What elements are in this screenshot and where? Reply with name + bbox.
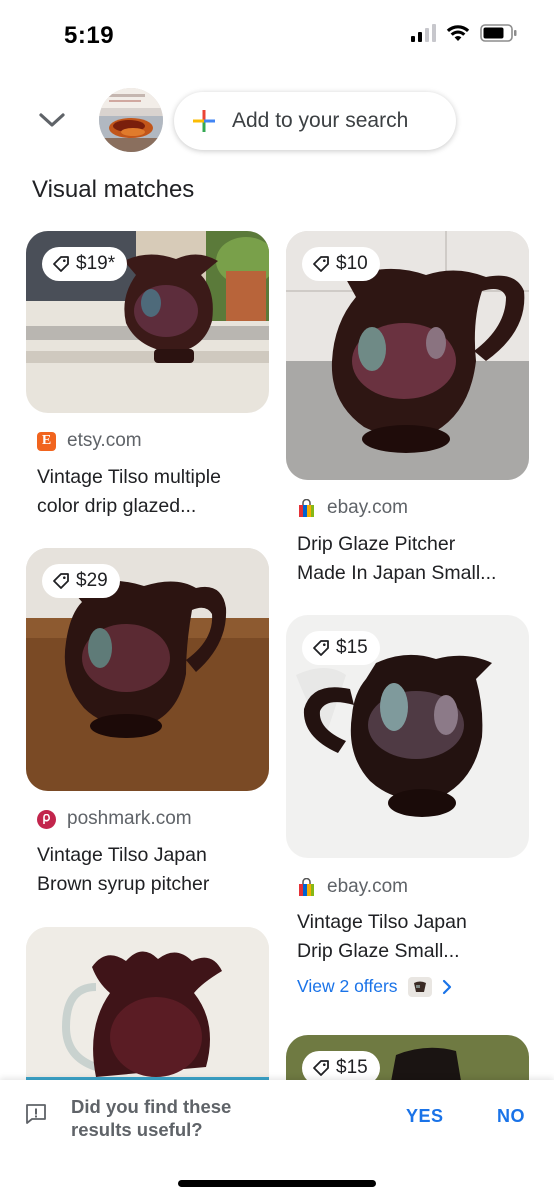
price-tag-icon <box>313 256 329 272</box>
result-source[interactable]: ebay.com <box>297 497 408 519</box>
add-to-search-label: Add to your search <box>232 109 409 132</box>
price-tag-icon <box>53 573 69 589</box>
plus-icon <box>193 110 215 132</box>
ebay-bag-icon <box>297 498 316 518</box>
source-label: etsy.com <box>67 430 142 451</box>
section-title: Visual matches <box>32 176 195 203</box>
title-line: Made In Japan Small... <box>297 562 497 584</box>
price-badge: $19* <box>42 247 128 281</box>
wifi-icon <box>446 25 470 41</box>
price-label: $19* <box>76 253 116 274</box>
result-image[interactable]: $19* <box>26 231 269 413</box>
yes-button[interactable]: YES <box>406 1106 444 1127</box>
no-button[interactable]: NO <box>497 1106 525 1127</box>
feedback-icon <box>26 1104 46 1124</box>
chevron-down-icon <box>39 113 65 127</box>
price-label: $10 <box>336 253 368 274</box>
title-line: Vintage Tilso Japan <box>37 844 207 866</box>
poshmark-icon <box>37 809 56 829</box>
price-label: $15 <box>336 1057 368 1078</box>
result-source[interactable]: ebay.com <box>297 876 408 898</box>
result-source[interactable]: E etsy.com <box>37 430 142 452</box>
price-badge: $29 <box>42 564 120 598</box>
title-line: Vintage Tilso multiple <box>37 466 221 488</box>
status-icons <box>411 24 518 42</box>
price-badge: $15 <box>302 631 380 665</box>
title-line: Drip Glaze Pitcher <box>297 533 456 555</box>
result-image[interactable]: $29 <box>26 548 269 791</box>
result-source[interactable]: poshmark.com <box>37 808 192 830</box>
view-offers-link[interactable]: View 2 offers <box>297 976 452 997</box>
price-tag-icon <box>313 1060 329 1076</box>
etsy-icon: E <box>37 431 56 451</box>
feedback-bar: Did you find these results useful? YES N… <box>0 1080 554 1198</box>
price-tag-icon <box>313 640 329 656</box>
price-tag-icon <box>53 256 69 272</box>
signal-icon <box>411 24 436 42</box>
result-title[interactable]: Vintage Tilso multiple color drip glazed… <box>37 463 267 521</box>
question-line: Did you find these <box>71 1096 232 1117</box>
result-title[interactable]: Vintage Tilso Japan Drip Glaze Small... <box>297 908 527 966</box>
result-title[interactable]: Vintage Tilso Japan Brown syrup pitcher <box>37 841 267 899</box>
result-image[interactable] <box>26 927 269 1087</box>
title-line: Brown syrup pitcher <box>37 873 210 895</box>
battery-icon <box>480 24 517 42</box>
title-line: Drip Glaze Small... <box>297 940 460 962</box>
price-label: $29 <box>76 570 108 591</box>
result-image[interactable]: $10 <box>286 231 529 480</box>
offers-label: View 2 offers <box>297 976 398 996</box>
ebay-bag-icon <box>297 877 316 897</box>
title-line: color drip glazed... <box>37 495 197 517</box>
feedback-question: Did you find these results useful? <box>71 1095 301 1141</box>
source-label: ebay.com <box>327 497 408 518</box>
add-to-search-button[interactable]: Add to your search <box>174 92 456 150</box>
result-image[interactable]: $15 <box>286 615 529 858</box>
query-image-thumbnail[interactable] <box>99 88 163 152</box>
source-label: poshmark.com <box>67 808 192 829</box>
source-label: ebay.com <box>327 876 408 897</box>
home-indicator[interactable] <box>178 1180 376 1187</box>
price-badge: $10 <box>302 247 380 281</box>
collapse-button[interactable] <box>32 100 72 140</box>
chevron-right-icon <box>442 979 451 994</box>
price-label: $15 <box>336 637 368 658</box>
offer-thumbnail <box>407 976 432 997</box>
result-title[interactable]: Drip Glaze Pitcher Made In Japan Small..… <box>297 530 527 588</box>
question-line: results useful? <box>71 1119 203 1140</box>
title-line: Vintage Tilso Japan <box>297 911 467 933</box>
status-time: 5:19 <box>64 22 115 49</box>
